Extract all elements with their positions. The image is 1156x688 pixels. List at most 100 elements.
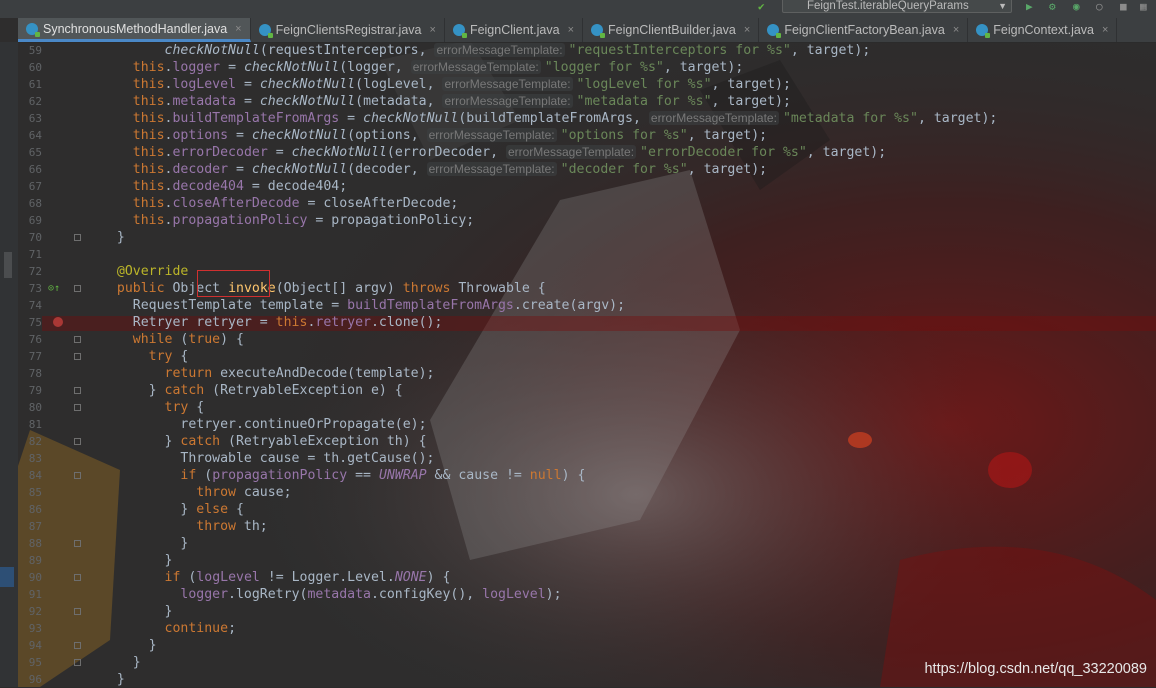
- code-line[interactable]: if (propagationPolicy == UNWRAP && cause…: [101, 467, 585, 484]
- code-line[interactable]: checkNotNull(requestInterceptors, errorM…: [101, 42, 870, 59]
- code-line[interactable]: throw th;: [101, 518, 267, 535]
- code-line[interactable]: while (true) {: [101, 331, 244, 348]
- fold-marker[interactable]: [74, 234, 81, 241]
- line-number: 70: [28, 231, 42, 244]
- override-method-icon[interactable]: ⊙↑: [48, 283, 60, 295]
- code-line[interactable]: this.buildTemplateFromArgs = checkNotNul…: [101, 110, 997, 127]
- chevron-down-icon: ▼: [998, 1, 1007, 11]
- code-line[interactable]: }: [101, 535, 188, 552]
- line-number: 59: [28, 44, 42, 57]
- line-number: 95: [28, 656, 42, 669]
- line-number: 78: [28, 367, 42, 380]
- line-number: 85: [28, 486, 42, 499]
- code-line[interactable]: } catch (RetryableException th) {: [101, 433, 427, 450]
- code-line[interactable]: throw cause;: [101, 484, 291, 501]
- close-icon[interactable]: ×: [1102, 24, 1108, 36]
- tab-label: FeignClient.java: [469, 23, 560, 37]
- line-number: 73: [28, 282, 42, 295]
- line-number: 84: [28, 469, 42, 482]
- line-number: 90: [28, 571, 42, 584]
- fold-marker[interactable]: [74, 387, 81, 394]
- debug-icon[interactable]: ⚙: [1049, 1, 1056, 13]
- code-line[interactable]: try {: [101, 348, 189, 365]
- invoke-method-highlight-box: [197, 270, 270, 297]
- tab-synchronous-method-handler[interactable]: SynchronousMethodHandler.java ×: [18, 18, 251, 42]
- tab-label: FeignClientFactoryBean.java: [784, 23, 945, 37]
- coverage-icon[interactable]: ◉: [1073, 1, 1080, 13]
- tab-feign-client-builder[interactable]: FeignClientBuilder.java ×: [583, 18, 760, 42]
- line-number: 81: [28, 418, 42, 431]
- code-line[interactable]: RequestTemplate template = buildTemplate…: [101, 297, 625, 314]
- code-line[interactable]: Retryer retryer = this.retryer.clone();: [101, 314, 443, 331]
- code-line[interactable]: }: [101, 654, 141, 671]
- close-icon[interactable]: ×: [430, 24, 436, 36]
- close-icon[interactable]: ×: [235, 23, 241, 35]
- hammer-icon[interactable]: ✔: [758, 1, 765, 13]
- tab-feign-context[interactable]: FeignContext.java ×: [968, 18, 1118, 42]
- tab-label: FeignClientBuilder.java: [608, 23, 736, 37]
- code-line[interactable]: return executeAndDecode(template);: [101, 365, 435, 382]
- code-line[interactable]: this.logger = checkNotNull(logger, error…: [101, 59, 743, 76]
- fold-marker[interactable]: [74, 608, 81, 615]
- project-structure-icon[interactable]: ▦: [1140, 1, 1147, 13]
- code-line[interactable]: }: [101, 603, 173, 620]
- close-icon[interactable]: ×: [953, 24, 959, 36]
- code-line[interactable]: }: [101, 229, 125, 246]
- java-class-icon: [452, 24, 467, 38]
- code-line[interactable]: public Object invoke(Object[] argv) thro…: [101, 280, 546, 297]
- code-line[interactable]: this.closeAfterDecode = closeAfterDecode…: [101, 195, 459, 212]
- code-line[interactable]: this.options = checkNotNull(options, err…: [101, 127, 767, 144]
- code-line[interactable]: this.errorDecoder = checkNotNull(errorDe…: [101, 144, 886, 161]
- fold-marker[interactable]: [74, 540, 81, 547]
- tab-feign-client-factory-bean[interactable]: FeignClientFactoryBean.java ×: [759, 18, 969, 42]
- code-line[interactable]: logger.logRetry(metadata.configKey(), lo…: [101, 586, 561, 603]
- code-line[interactable]: } else {: [101, 501, 244, 518]
- code-line[interactable]: } catch (RetryableException e) {: [101, 382, 403, 399]
- close-icon[interactable]: ×: [568, 24, 574, 36]
- code-line[interactable]: try {: [101, 399, 205, 416]
- code-line[interactable]: this.metadata = checkNotNull(metadata, e…: [101, 93, 791, 110]
- code-line[interactable]: retryer.continueOrPropagate(e);: [101, 416, 426, 433]
- line-number: 64: [28, 129, 42, 142]
- code-line[interactable]: }: [101, 637, 157, 654]
- line-number: 71: [28, 248, 42, 261]
- line-number: 93: [28, 622, 42, 635]
- run-configuration-selector[interactable]: FeignTest.iterableQueryParams ▼: [782, 0, 1012, 13]
- code-line[interactable]: }: [101, 552, 173, 569]
- line-number: 94: [28, 639, 42, 652]
- line-number: 69: [28, 214, 42, 227]
- code-line[interactable]: @Override: [101, 263, 188, 280]
- line-number: 76: [28, 333, 42, 346]
- code-line[interactable]: if (logLevel != Logger.Level.NONE) {: [101, 569, 451, 586]
- line-number: 63: [28, 112, 42, 125]
- fold-marker[interactable]: [74, 353, 81, 360]
- line-number: 62: [28, 95, 42, 108]
- fold-marker[interactable]: [74, 472, 81, 479]
- code-line[interactable]: this.propagationPolicy = propagationPoli…: [101, 212, 474, 229]
- tab-feign-client[interactable]: FeignClient.java ×: [445, 18, 584, 42]
- fold-marker[interactable]: [74, 404, 81, 411]
- code-editor[interactable]: checkNotNull(requestInterceptors, errorM…: [101, 42, 1156, 687]
- run-icon[interactable]: ▶: [1026, 1, 1033, 13]
- main-toolbar: ✔ FeignTest.iterableQueryParams ▼ ▶ ⚙ ◉ …: [0, 0, 1156, 18]
- profile-icon[interactable]: ○: [1096, 1, 1103, 13]
- code-line[interactable]: continue;: [101, 620, 236, 637]
- code-line[interactable]: this.decode404 = decode404;: [101, 178, 347, 195]
- stop-icon[interactable]: ■: [1120, 1, 1127, 13]
- code-line[interactable]: }: [101, 671, 125, 688]
- tab-label: FeignClientsRegistrar.java: [275, 23, 422, 37]
- fold-marker[interactable]: [74, 336, 81, 343]
- line-number: 88: [28, 537, 42, 550]
- fold-marker[interactable]: [74, 659, 81, 666]
- line-number: 61: [28, 78, 42, 91]
- fold-marker[interactable]: [74, 285, 81, 292]
- fold-marker[interactable]: [74, 642, 81, 649]
- code-line[interactable]: this.logLevel = checkNotNull(logLevel, e…: [101, 76, 791, 93]
- close-icon[interactable]: ×: [744, 24, 750, 36]
- fold-marker[interactable]: [74, 574, 81, 581]
- code-line[interactable]: this.decoder = checkNotNull(decoder, err…: [101, 161, 767, 178]
- tab-feign-clients-registrar[interactable]: FeignClientsRegistrar.java ×: [251, 18, 445, 42]
- fold-marker[interactable]: [74, 438, 81, 445]
- line-number: 82: [28, 435, 42, 448]
- code-line[interactable]: Throwable cause = th.getCause();: [101, 450, 434, 467]
